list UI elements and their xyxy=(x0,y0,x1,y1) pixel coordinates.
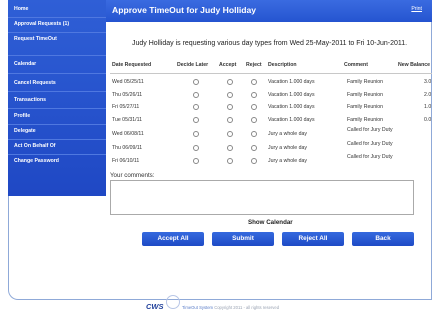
table-row-comment: Family Reunion xyxy=(347,92,384,98)
sidebar-divider xyxy=(8,139,106,140)
reject-radio[interactable] xyxy=(251,145,257,151)
table-row-date: Fri 05/27/11 xyxy=(112,104,140,110)
table-row-comment: Family Reunion xyxy=(347,79,384,85)
comments-label: Your comments: xyxy=(110,172,155,179)
sidebar-item-delegate[interactable]: Delegate xyxy=(14,128,36,134)
sidebar-divider xyxy=(8,108,106,109)
cws-logo: CWS xyxy=(146,302,164,311)
decide-later-radio[interactable] xyxy=(193,145,199,151)
column-header-reject: Reject xyxy=(246,62,262,68)
sidebar-item-cancel-requests[interactable]: Cancel Requests xyxy=(14,80,56,86)
column-header-date: Date Requested xyxy=(112,62,152,68)
table-row-date: Thu 05/26/11 xyxy=(112,92,143,98)
table-row-comment: Family Reunion xyxy=(347,104,384,110)
print-link[interactable]: Print xyxy=(411,6,422,12)
reject-radio[interactable] xyxy=(251,92,257,98)
footer-copyright: TimeOut System Copyright 2011 - all righ… xyxy=(182,305,279,310)
sidebar-divider xyxy=(8,73,106,74)
table-row-description: Vacation 1.000 days xyxy=(268,79,315,85)
column-header-decide-later: Decide Later xyxy=(177,62,209,68)
table-row-balance: 1.0 xyxy=(424,104,432,110)
decide-later-radio[interactable] xyxy=(193,158,199,164)
sidebar-divider xyxy=(8,154,106,155)
table-row-comment: Family Reunion xyxy=(347,117,384,123)
reject-radio[interactable] xyxy=(251,131,257,137)
table-row-balance: 3.0 xyxy=(424,79,432,85)
table-row-description: Vacation 1.000 days xyxy=(268,104,315,110)
table-row-date: Wed 06/08/11 xyxy=(112,131,144,137)
footer-brand: TimeOut System xyxy=(182,305,214,310)
accept-radio[interactable] xyxy=(227,92,233,98)
reject-radio[interactable] xyxy=(251,79,257,85)
accept-radio[interactable] xyxy=(227,79,233,85)
table-row-comment: Called for Jury Duty xyxy=(347,141,393,147)
request-summary: Judy Holliday is requesting various day … xyxy=(132,40,408,47)
cws-logo-swoosh-icon xyxy=(166,295,180,309)
accept-radio[interactable] xyxy=(227,131,233,137)
sidebar-item-home[interactable]: Home xyxy=(14,6,28,12)
sidebar-item-approval-requests[interactable]: Approval Requests (1) xyxy=(14,21,69,27)
back-button[interactable]: Back xyxy=(352,232,414,246)
decide-later-radio[interactable] xyxy=(193,117,199,123)
table-header-divider xyxy=(110,73,432,74)
page-title: Approve TimeOut for Judy Holliday xyxy=(112,5,257,15)
reject-radio[interactable] xyxy=(251,117,257,123)
decide-later-radio[interactable] xyxy=(193,104,199,110)
footer-copyright-text: Copyright 2011 - all rights reserved xyxy=(214,305,280,310)
decide-later-radio[interactable] xyxy=(193,92,199,98)
table-row-description: Vacation 1.000 days xyxy=(268,117,315,123)
table-row-comment: Called for Jury Duty xyxy=(347,127,393,133)
sidebar-item-act-on-behalf-of[interactable]: Act On Behalf Of xyxy=(14,143,56,149)
sidebar-item-calendar[interactable]: Calendar xyxy=(14,61,36,67)
accept-radio[interactable] xyxy=(227,104,233,110)
sidebar-item-change-password[interactable]: Change Password xyxy=(14,158,59,164)
sidebar-divider xyxy=(8,32,106,33)
table-row-date: Wed 05/25/11 xyxy=(112,79,144,85)
accept-all-button[interactable]: Accept All xyxy=(142,232,204,246)
table-row-date: Fri 06/10/11 xyxy=(112,158,140,164)
accept-radio[interactable] xyxy=(227,145,233,151)
column-header-accept: Accept xyxy=(219,62,237,68)
comments-textarea[interactable] xyxy=(110,180,414,215)
table-row-description: Jury a whole day xyxy=(268,131,307,137)
table-row-description: Jury a whole day xyxy=(268,145,307,151)
submit-button[interactable]: Submit xyxy=(212,232,274,246)
table-row-date: Tue 05/31/11 xyxy=(112,117,142,123)
column-header-comment: Comment xyxy=(344,62,368,68)
show-calendar-link[interactable]: Show Calendar xyxy=(248,219,293,226)
sidebar: Home Approval Requests (1) Request TimeO… xyxy=(8,0,106,196)
sidebar-item-transactions[interactable]: Transactions xyxy=(14,97,46,103)
table-row-comment: Called for Jury Duty xyxy=(347,154,393,160)
table-row-balance: 0.0 xyxy=(424,117,432,123)
column-header-description: Description xyxy=(268,62,297,68)
reject-radio[interactable] xyxy=(251,158,257,164)
sidebar-divider xyxy=(8,91,106,92)
decide-later-radio[interactable] xyxy=(193,79,199,85)
page-header: Approve TimeOut for Judy Holliday Print xyxy=(106,0,432,22)
reject-radio[interactable] xyxy=(251,104,257,110)
column-header-new-balance: New Balance xyxy=(398,62,431,68)
table-row-description: Jury a whole day xyxy=(268,158,307,164)
sidebar-divider xyxy=(8,124,106,125)
sidebar-item-profile[interactable]: Profile xyxy=(14,113,30,119)
reject-all-button[interactable]: Reject All xyxy=(282,232,344,246)
decide-later-radio[interactable] xyxy=(193,131,199,137)
sidebar-divider xyxy=(8,55,106,56)
table-row-date: Thu 06/09/11 xyxy=(112,145,143,151)
table-row-balance: 2.0 xyxy=(424,92,432,98)
sidebar-divider xyxy=(8,17,106,18)
sidebar-item-request-timeout[interactable]: Request TimeOut xyxy=(14,36,57,42)
table-row-description: Vacation 1.000 days xyxy=(268,92,315,98)
accept-radio[interactable] xyxy=(227,117,233,123)
accept-radio[interactable] xyxy=(227,158,233,164)
